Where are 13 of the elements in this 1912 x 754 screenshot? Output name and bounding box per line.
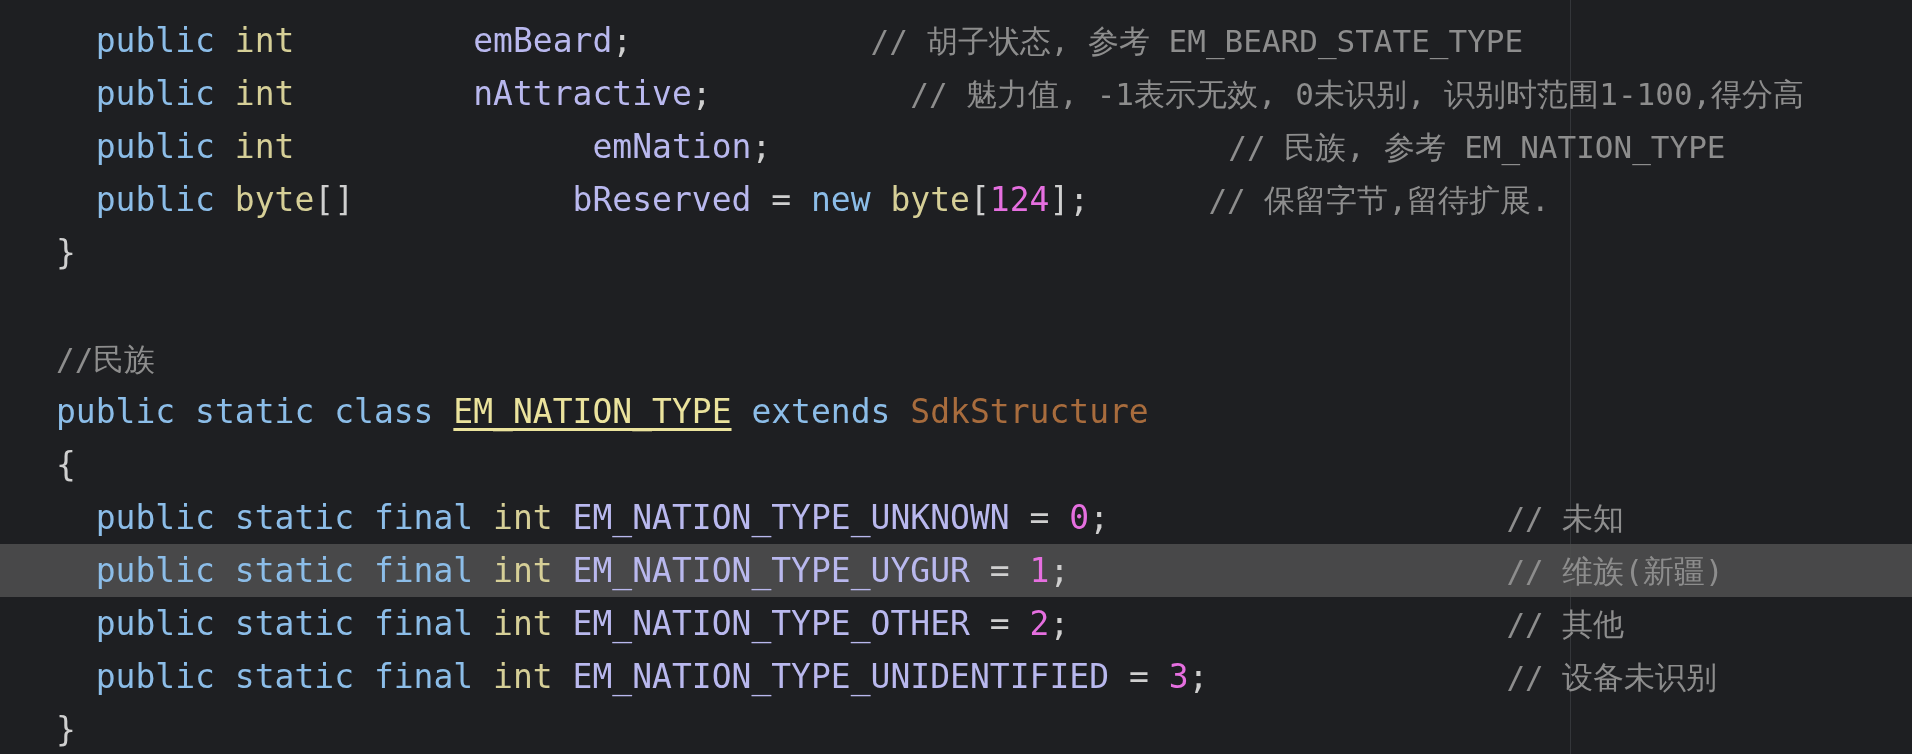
code-line: public static class EM_NATION_TYPE extends SdkStructure [55, 391, 1150, 434]
code-editor[interactable] [0, 0, 1912, 754]
code-line: { [55, 444, 77, 486]
code-line: //民族 [55, 340, 157, 379]
code-line: } [55, 232, 77, 274]
code-line: public static final int EM_NATION_TYPE_OTHER = 2; // 其他 [94, 603, 1626, 646]
code-line: public int emNation; // 民族, 参考 EM_NATION_TYPE [94, 126, 1727, 168]
code-line: public byte[] bReserved = new byte[124]; // 保留字节,留待扩展. [94, 179, 1551, 221]
code-line: public static final int EM_NATION_TYPE_UNKNOWN = 0; // 未知 [94, 497, 1626, 540]
code-line: public int nAttractive; // 魅力值, -1表示无效, 0未识别, 识别时范围1-100,得分高 [94, 73, 1806, 115]
code-line: } [55, 709, 77, 751]
code-line: public static final int EM_NATION_TYPE_UNIDENTIFIED = 3; // 设备未识别 [94, 656, 1719, 699]
code-line: public int emBeard; // 胡子状态, 参考 EM_BEARD_STATE_TYPE [94, 20, 1525, 62]
